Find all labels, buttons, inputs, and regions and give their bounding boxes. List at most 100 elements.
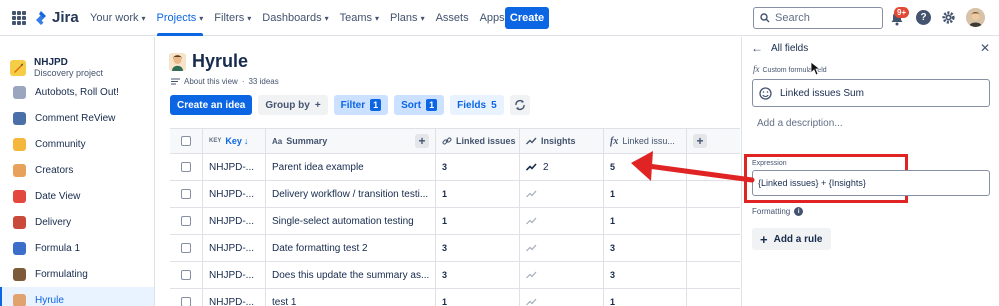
app-switcher-icon[interactable]: [12, 11, 26, 25]
nav-item-dashboards[interactable]: Dashboards ▾: [262, 0, 328, 36]
sidebar-item-formulating[interactable]: Formulating: [0, 261, 154, 287]
nav-item-your-work[interactable]: Your work ▾: [90, 0, 146, 36]
row-select[interactable]: [170, 208, 203, 234]
help-icon[interactable]: ?: [916, 10, 931, 25]
fields-button[interactable]: Fields 5: [450, 95, 504, 115]
summary-cell[interactable]: Parent idea example: [266, 154, 436, 180]
row-select[interactable]: [170, 262, 203, 288]
add-field-icon[interactable]: +: [693, 134, 707, 148]
info-icon[interactable]: i: [794, 207, 804, 216]
row-checkbox[interactable]: [181, 162, 191, 172]
nav-item-assets[interactable]: Assets: [436, 0, 469, 36]
insights-cell[interactable]: [520, 262, 604, 288]
description-input[interactable]: Add a description...: [757, 118, 843, 129]
sidebar-item-hyrule[interactable]: Hyrule: [0, 287, 154, 306]
row-select[interactable]: [170, 154, 203, 180]
linked-issues-cell[interactable]: 3: [436, 262, 520, 288]
summary-cell[interactable]: Delivery workflow / transition testi...: [266, 181, 436, 207]
sidebar-item-label: Delivery: [35, 216, 72, 228]
key-cell[interactable]: NHJPD-...: [203, 262, 266, 288]
sort-button[interactable]: Sort 1: [394, 95, 445, 115]
expression-input[interactable]: {Linked issues} + {Insights}: [752, 170, 990, 196]
summary-cell[interactable]: Single-select automation testing: [266, 208, 436, 234]
filter-button[interactable]: Filter 1: [333, 95, 389, 115]
row-select[interactable]: [170, 181, 203, 207]
autofit-columns-icon[interactable]: [509, 95, 530, 115]
settings-gear-icon[interactable]: [941, 10, 956, 25]
row-checkbox[interactable]: [181, 243, 191, 253]
header-linked-issues[interactable]: Linked issues: [436, 129, 520, 153]
nav-item-projects[interactable]: Projects ▾: [156, 0, 203, 36]
table-row[interactable]: NHJPD-... Does this update the summary as…: [170, 262, 740, 289]
table-row[interactable]: NHJPD-... Single-select automation testin…: [170, 208, 740, 235]
sidebar-item-label: Autobots, Roll Out!: [35, 86, 119, 98]
table-row[interactable]: NHJPD-... Parent idea example 3 2 5: [170, 154, 740, 181]
header-key[interactable]: KEY Key ↓: [203, 129, 266, 153]
back-label: All fields: [771, 42, 809, 54]
insights-cell[interactable]: [520, 235, 604, 261]
linked-issues-cell[interactable]: 1: [436, 208, 520, 234]
about-view[interactable]: About this view · 33 ideas: [171, 77, 279, 86]
key-cell[interactable]: NHJPD-...: [203, 208, 266, 234]
nav-item-filters[interactable]: Filters ▾: [214, 0, 251, 36]
page-title[interactable]: Hyrule: [192, 51, 248, 72]
key-cell[interactable]: NHJPD-...: [203, 289, 266, 306]
insights-cell[interactable]: [520, 208, 604, 234]
row-checkbox[interactable]: [181, 216, 191, 226]
sidebar-item-autobots-roll-out[interactable]: Autobots, Roll Out!: [0, 79, 154, 105]
header-insights[interactable]: Insights: [520, 129, 604, 153]
table-row[interactable]: NHJPD-... Delivery workflow / transition …: [170, 181, 740, 208]
summary-cell[interactable]: test 1: [266, 289, 436, 306]
sidebar-item-label: Creators: [35, 164, 74, 176]
group-by-button[interactable]: Group by +: [258, 95, 328, 115]
header-summary[interactable]: Aa Summary +: [266, 129, 436, 153]
insights-cell[interactable]: [520, 181, 604, 207]
sidebar-item-delivery[interactable]: Delivery: [0, 209, 154, 235]
panel-header[interactable]: ← All fields: [751, 41, 808, 55]
key-cell[interactable]: NHJPD-...: [203, 154, 266, 180]
project-header[interactable]: NHJPD Discovery project: [10, 57, 103, 78]
close-icon[interactable]: ✕: [980, 41, 990, 55]
key-cell[interactable]: NHJPD-...: [203, 181, 266, 207]
sidebar-item-creators[interactable]: Creators: [0, 157, 154, 183]
sidebar-item-community[interactable]: Community: [0, 131, 154, 157]
jira-logo[interactable]: Jira: [34, 9, 79, 26]
table-row[interactable]: NHJPD-... test 1 1 1: [170, 289, 740, 306]
key-cell[interactable]: NHJPD-...: [203, 235, 266, 261]
emoji-picker-icon[interactable]: [759, 86, 772, 100]
sidebar-item-date-view[interactable]: Date View: [0, 183, 154, 209]
linked-issues-cell[interactable]: 1: [436, 289, 520, 306]
summary-cell[interactable]: Date formatting test 2: [266, 235, 436, 261]
row-checkbox[interactable]: [181, 270, 191, 280]
linked-issues-cell[interactable]: 1: [436, 181, 520, 207]
about-separator: ·: [241, 77, 245, 86]
insights-cell[interactable]: [520, 289, 604, 306]
insights-cell[interactable]: 2: [520, 154, 604, 180]
linked-issues-cell[interactable]: 3: [436, 235, 520, 261]
linked-issues-value: 3: [442, 243, 448, 253]
header-select-all[interactable]: [170, 129, 203, 153]
create-idea-button[interactable]: Create an idea: [170, 95, 253, 115]
select-all-checkbox[interactable]: [181, 136, 191, 146]
sidebar-item-formula-1[interactable]: Formula 1: [0, 235, 154, 261]
row-select[interactable]: [170, 235, 203, 261]
nav-item-plans[interactable]: Plans ▾: [390, 0, 425, 36]
nav-item-teams[interactable]: Teams ▾: [340, 0, 379, 36]
add-column-icon[interactable]: +: [415, 134, 429, 148]
user-avatar[interactable]: [966, 8, 985, 27]
back-arrow-icon[interactable]: ←: [751, 41, 763, 55]
linked-issues-cell[interactable]: 3: [436, 154, 520, 180]
search-input[interactable]: Search: [753, 7, 883, 29]
field-name-input[interactable]: Linked issues Sum: [752, 79, 990, 107]
header-formula[interactable]: fx Linked issu...: [604, 129, 687, 153]
summary-cell[interactable]: Does this update the summary as...: [266, 262, 436, 288]
row-select[interactable]: [170, 289, 203, 306]
table-row[interactable]: NHJPD-... Date formatting test 2 3 3: [170, 235, 740, 262]
add-rule-button[interactable]: + Add a rule: [752, 228, 831, 250]
sidebar-item-comment-review[interactable]: Comment ReView: [0, 105, 154, 131]
row-checkbox[interactable]: [181, 189, 191, 199]
header-add-field[interactable]: +: [687, 129, 740, 153]
create-button[interactable]: Create: [505, 7, 549, 29]
view-emoji-icon[interactable]: [169, 52, 186, 71]
row-checkbox[interactable]: [181, 297, 191, 306]
